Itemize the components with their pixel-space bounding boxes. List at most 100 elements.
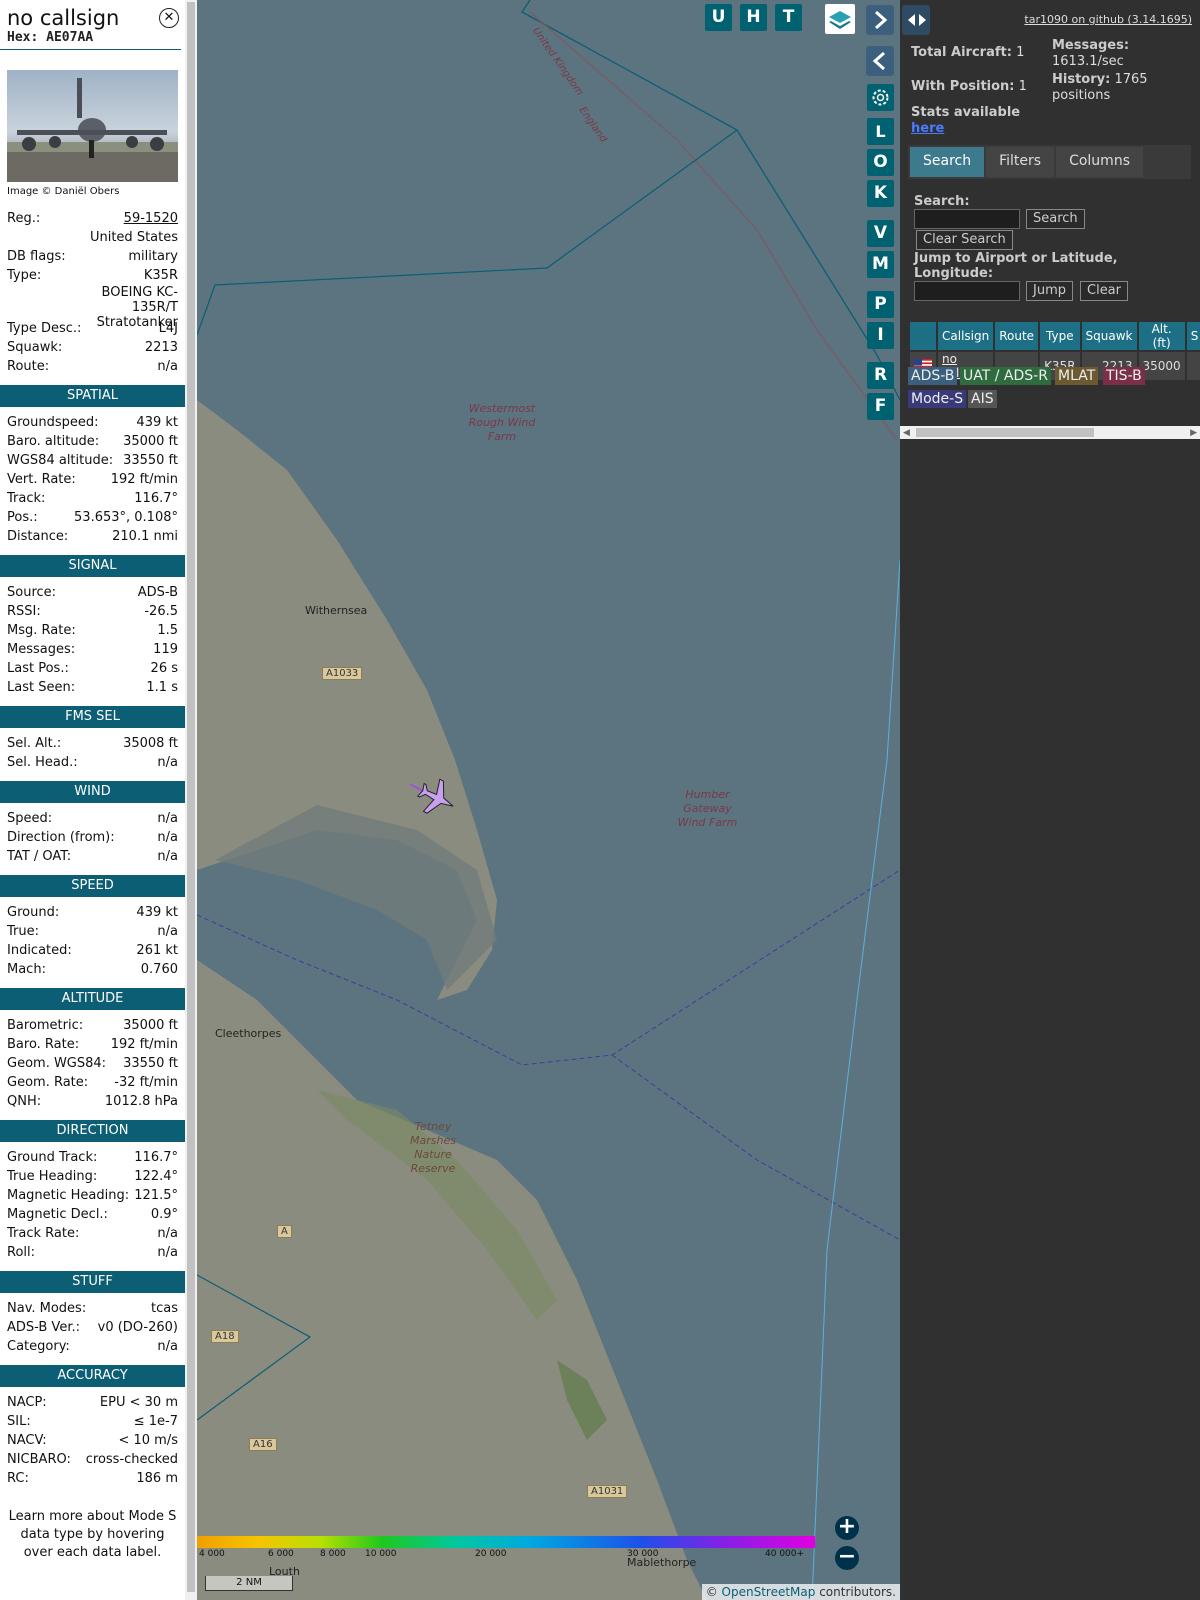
tab-columns[interactable]: Columns: [1056, 147, 1143, 177]
map-view[interactable]: Withernsea Cleethorpes Louth Mablethorpe…: [197, 0, 900, 1600]
row-value: L4J: [158, 321, 178, 336]
scrollbar-thumb[interactable]: [187, 2, 195, 1592]
row-label[interactable]: ADS-B Ver.:: [7, 1318, 80, 1337]
toggle-f-button[interactable]: F: [867, 393, 894, 420]
row-label[interactable]: Distance:: [7, 527, 68, 546]
row-label[interactable]: RC:: [7, 1469, 29, 1488]
column-header-squawk[interactable]: Squawk: [1081, 322, 1137, 350]
registration-link[interactable]: 59-1520: [124, 209, 178, 228]
row-label[interactable]: Ground Track:: [7, 1148, 97, 1167]
row-label[interactable]: True:: [7, 922, 39, 941]
row-value: tcas: [151, 1301, 178, 1316]
scroll-right-icon[interactable]: ▶: [1190, 428, 1197, 438]
tab-filters[interactable]: Filters: [986, 147, 1055, 177]
source-badge[interactable]: MLAT: [1055, 367, 1099, 385]
stats-link[interactable]: here: [911, 121, 944, 136]
row-label[interactable]: Geom. WGS84:: [7, 1054, 106, 1073]
row-label[interactable]: True Heading:: [7, 1167, 97, 1186]
resize-sidebar-button[interactable]: [902, 5, 930, 35]
aircraft-photo[interactable]: [7, 70, 178, 182]
search-input[interactable]: [914, 209, 1020, 229]
row-label[interactable]: Roll:: [7, 1243, 35, 1262]
row-label[interactable]: Track Rate:: [7, 1224, 79, 1243]
toggle-i-button[interactable]: I: [867, 322, 894, 349]
collapse-sidebar-button[interactable]: [866, 46, 894, 76]
toggle-p-button[interactable]: P: [867, 291, 894, 318]
column-header-altitude[interactable]: Alt. (ft): [1138, 322, 1185, 350]
row-label[interactable]: Vert. Rate:: [7, 470, 76, 489]
row-label[interactable]: Nav. Modes:: [7, 1299, 86, 1318]
row-label[interactable]: Geom. Rate:: [7, 1073, 88, 1092]
toggle-u-button[interactable]: U: [705, 4, 732, 31]
row-label[interactable]: Barometric:: [7, 1016, 83, 1035]
toggle-o-button[interactable]: O: [867, 149, 894, 176]
version-link[interactable]: tar1090 on github (3.14.1695): [1024, 13, 1192, 26]
row-label[interactable]: Mach:: [7, 960, 46, 979]
row-label[interactable]: Sel. Alt.:: [7, 734, 61, 753]
detail-panel-scrollbar[interactable]: [185, 0, 197, 1600]
clear-jump-button[interactable]: Clear: [1080, 281, 1128, 301]
row-label[interactable]: WGS84 altitude:: [7, 451, 113, 470]
toggle-m-button[interactable]: M: [867, 251, 894, 278]
table-horizontal-scrollbar[interactable]: ◀ ▶: [900, 426, 1200, 439]
toggle-h-button[interactable]: H: [740, 4, 767, 31]
row-label[interactable]: Speed:: [7, 809, 52, 828]
column-header-callsign[interactable]: Callsign: [938, 322, 994, 350]
expand-sidebar-button[interactable]: [866, 5, 894, 35]
source-badge[interactable]: Mode-S: [908, 390, 967, 408]
jump-button[interactable]: Jump: [1026, 281, 1073, 301]
row-label[interactable]: Groundspeed:: [7, 413, 98, 432]
openstreetmap-link[interactable]: OpenStreetMap: [722, 1585, 816, 1599]
row-label[interactable]: Messages:: [7, 640, 75, 659]
row-label[interactable]: Magnetic Heading:: [7, 1186, 129, 1205]
row-label[interactable]: Ground:: [7, 903, 59, 922]
row-label[interactable]: Source:: [7, 583, 56, 602]
row-label[interactable]: Last Pos.:: [7, 659, 69, 678]
row-label[interactable]: Track:: [7, 489, 45, 508]
row-label[interactable]: Sel. Head.:: [7, 753, 78, 772]
toggle-r-button[interactable]: R: [867, 362, 894, 389]
zoom-out-button[interactable]: −: [835, 1546, 859, 1570]
toggle-v-button[interactable]: V: [867, 220, 894, 247]
column-header-type[interactable]: Type: [1040, 322, 1080, 350]
toggle-l-button[interactable]: L: [867, 118, 894, 145]
scroll-left-icon[interactable]: ◀: [903, 428, 910, 438]
row-label[interactable]: Last Seen:: [7, 678, 75, 697]
row-label[interactable]: NICBARO:: [7, 1450, 71, 1469]
chevron-left-icon: [872, 51, 885, 71]
row-label[interactable]: TAT / OAT:: [7, 847, 71, 866]
detail-row: Sel. Head.: n/a: [0, 753, 185, 772]
row-label[interactable]: NACP:: [7, 1393, 47, 1412]
source-badge[interactable]: ADS-B: [908, 367, 958, 385]
layers-button[interactable]: [825, 4, 855, 34]
row-label[interactable]: Baro. altitude:: [7, 432, 99, 451]
column-header-speed[interactable]: S: [1186, 322, 1200, 350]
tab-search[interactable]: Search: [910, 147, 985, 177]
row-label[interactable]: RSSI:: [7, 602, 41, 621]
row-label[interactable]: QNH:: [7, 1092, 41, 1111]
column-header-route[interactable]: Route: [995, 322, 1039, 350]
source-badge[interactable]: UAT / ADS-R: [960, 367, 1051, 385]
source-badge[interactable]: AIS: [968, 390, 997, 408]
toggle-k-button[interactable]: K: [867, 180, 894, 207]
column-header-flag[interactable]: [910, 322, 936, 350]
row-label[interactable]: NACV:: [7, 1431, 47, 1450]
clear-search-button[interactable]: Clear Search: [916, 230, 1013, 250]
source-badge[interactable]: TIS-B: [1103, 367, 1145, 385]
row-type: Type: K35R: [0, 266, 185, 285]
row-label[interactable]: Direction (from):: [7, 828, 115, 847]
close-icon[interactable]: ✕: [159, 8, 179, 28]
scrollbar-thumb[interactable]: [916, 428, 1094, 437]
row-label[interactable]: Magnetic Decl.:: [7, 1205, 108, 1224]
toggle-t-button[interactable]: T: [775, 4, 802, 31]
zoom-in-button[interactable]: +: [835, 1516, 859, 1540]
row-label[interactable]: Msg. Rate:: [7, 621, 76, 640]
row-label[interactable]: SIL:: [7, 1412, 31, 1431]
row-label[interactable]: Baro. Rate:: [7, 1035, 79, 1054]
search-button[interactable]: Search: [1026, 209, 1085, 229]
row-label[interactable]: Indicated:: [7, 941, 72, 960]
settings-button[interactable]: [867, 84, 894, 111]
row-label[interactable]: Pos.:: [7, 508, 38, 527]
row-label[interactable]: Category:: [7, 1337, 70, 1356]
jump-input[interactable]: [914, 281, 1020, 301]
